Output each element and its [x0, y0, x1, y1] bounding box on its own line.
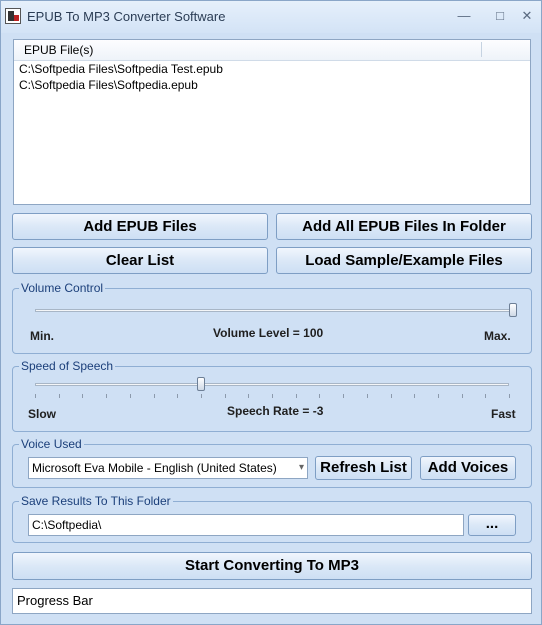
speech-rate-label: Speech Rate = -3 — [227, 404, 324, 418]
column-divider[interactable] — [481, 42, 482, 57]
refresh-list-button[interactable]: Refresh List — [315, 456, 412, 480]
voice-select-value: Microsoft Eva Mobile - English (United S… — [32, 461, 277, 475]
speech-tick — [437, 394, 439, 398]
speech-tick — [224, 394, 226, 398]
list-header: EPUB File(s) — [14, 40, 530, 61]
speech-tick — [35, 394, 36, 398]
add-voices-button[interactable]: Add Voices — [420, 456, 516, 480]
speech-slow-label: Slow — [28, 407, 57, 421]
column-header-epub-files[interactable]: EPUB File(s) — [24, 43, 93, 57]
list-item[interactable]: C:\Softpedia Files\Softpedia.epub — [14, 77, 530, 93]
speech-tick — [366, 394, 368, 398]
volume-slider-track[interactable] — [35, 309, 513, 312]
speech-tick — [82, 394, 84, 398]
app-icon — [5, 8, 21, 24]
speech-tick — [58, 394, 60, 398]
speech-tick — [319, 394, 321, 398]
speech-tick — [343, 394, 345, 398]
minimize-icon[interactable]: — — [454, 7, 474, 25]
voice-select[interactable]: Microsoft Eva Mobile - English (United S… — [28, 457, 308, 479]
browse-button[interactable]: ... — [468, 514, 516, 536]
speech-tick — [461, 394, 463, 398]
voice-used-legend: Voice Used — [19, 437, 84, 451]
save-folder-group: Save Results To This Folder C:\Softpedia… — [12, 494, 532, 543]
voice-used-group: Voice Used Microsoft Eva Mobile - Englis… — [12, 437, 532, 488]
volume-level-label: Volume Level = 100 — [213, 326, 324, 340]
list-item[interactable]: C:\Softpedia Files\Softpedia Test.epub — [14, 61, 530, 77]
save-folder-legend: Save Results To This Folder — [19, 494, 173, 508]
add-folder-button[interactable]: Add All EPUB Files In Folder — [276, 213, 532, 240]
speech-fast-label: Fast — [491, 407, 516, 421]
speech-tick — [153, 394, 155, 398]
speech-tick — [248, 394, 250, 398]
speech-tick — [509, 394, 510, 398]
close-icon[interactable]: ✕ — [517, 7, 537, 25]
speech-speed-legend: Speed of Speech — [19, 359, 116, 373]
speech-tick — [485, 394, 487, 398]
speech-speed-group: Speed of Speech Slow Speech Rate = -3 Fa… — [12, 359, 532, 432]
speech-tick — [177, 394, 179, 398]
clear-list-button[interactable]: Clear List — [12, 247, 268, 274]
progress-bar: Progress Bar — [12, 588, 532, 614]
load-sample-button[interactable]: Load Sample/Example Files — [276, 247, 532, 274]
epub-file-list[interactable]: EPUB File(s) C:\Softpedia Files\Softpedi… — [13, 39, 531, 205]
speech-tick — [295, 394, 297, 398]
speech-slider-track[interactable] — [35, 383, 509, 386]
volume-control-group: Volume Control Min. Volume Level = 100 M… — [12, 281, 532, 354]
start-converting-button[interactable]: Start Converting To MP3 — [12, 552, 532, 580]
maximize-icon[interactable]: □ — [490, 7, 510, 25]
window-title: EPUB To MP3 Converter Software — [27, 9, 226, 24]
speech-tick — [272, 394, 273, 398]
chevron-down-icon[interactable]: ▾ — [299, 458, 304, 478]
save-folder-input[interactable]: C:\Softpedia\ — [28, 514, 464, 536]
speech-tick — [129, 394, 131, 398]
volume-max-label: Max. — [484, 329, 511, 343]
speech-tick — [200, 394, 202, 398]
speech-tick — [390, 394, 392, 398]
app-window: EPUB To MP3 Converter Software — □ ✕ EPU… — [0, 0, 542, 625]
volume-control-legend: Volume Control — [19, 281, 106, 295]
speech-tick — [414, 394, 416, 398]
volume-slider-thumb[interactable] — [509, 303, 517, 317]
title-bar: EPUB To MP3 Converter Software — □ ✕ — [1, 1, 541, 33]
speech-tick — [106, 394, 108, 398]
volume-min-label: Min. — [30, 329, 54, 343]
speech-slider-thumb[interactable] — [196, 377, 205, 391]
add-epub-files-button[interactable]: Add EPUB Files — [12, 213, 268, 240]
